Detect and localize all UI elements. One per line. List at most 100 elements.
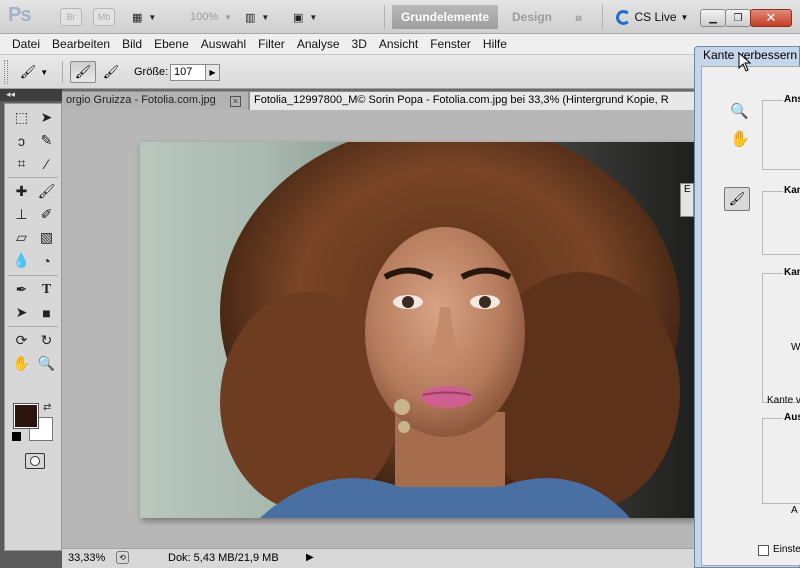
brush-tool-icon[interactable]: 🖌 (34, 180, 59, 203)
foreground-color-swatch[interactable] (13, 403, 39, 429)
menu-datei[interactable]: Datei (6, 37, 46, 51)
menu-3d[interactable]: 3D (346, 37, 373, 51)
divider (8, 177, 58, 178)
workspace-grundelemente-button[interactable]: Grundelemente (392, 5, 498, 29)
refine-radius-brush-icon: 🖌 (19, 64, 37, 79)
default-colors-icon[interactable] (12, 432, 21, 441)
zoom-level-value: 100% (189, 11, 219, 23)
swap-colors-icon[interactable]: ⇄ (43, 402, 51, 413)
more-workspaces-button[interactable]: » (566, 6, 588, 28)
crop-tool-icon[interactable]: ⌗ (9, 152, 34, 175)
group-title: Ausg (783, 412, 800, 423)
remember-settings-label: Einstel (773, 544, 800, 555)
blur-tool-icon[interactable]: 💧 (9, 249, 34, 272)
bridge-button[interactable]: Br (60, 8, 82, 26)
menu-filter[interactable]: Filter (252, 37, 291, 51)
menu-ebene[interactable]: Ebene (148, 37, 195, 51)
dodge-tool-icon[interactable]: ◔ (34, 249, 59, 272)
dialog-body: 🔍 ✋ 🖌 Ansi Kant Kant Ausg (701, 66, 800, 566)
group-title: Kant (783, 185, 800, 196)
size-slider-toggle[interactable]: ▶ (206, 64, 220, 81)
cs-live-dropdown[interactable]: CS Live ▼ (612, 6, 692, 28)
marquee-tool-icon[interactable]: ⬚ (9, 106, 34, 129)
menu-analyse[interactable]: Analyse (291, 37, 346, 51)
menu-fenster[interactable]: Fenster (424, 37, 477, 51)
arrange-documents-dropdown[interactable]: ▥ ▼ (245, 6, 289, 28)
move-tool-icon[interactable]: ➤ (34, 106, 59, 129)
adjust-edge-group: Kant (762, 267, 800, 403)
tool-group-vector: ✒ T ➤ ■ (9, 278, 59, 324)
close-tab-icon[interactable]: × (230, 96, 241, 107)
quick-selection-tool-icon[interactable]: ✎ (34, 129, 59, 152)
portrait-photo (220, 142, 680, 518)
erase-refinements-tool-button[interactable]: 🖌 (98, 61, 124, 83)
clone-stamp-tool-icon[interactable]: ⊥ (9, 203, 34, 226)
refine-radius-tool-button[interactable]: 🖌 (724, 187, 750, 211)
screen-mode-dropdown[interactable]: ▣ ▼ (293, 6, 337, 28)
chevron-down-icon: ▼ (309, 12, 318, 22)
canvas-workspace[interactable] (62, 110, 694, 548)
document-tab-2[interactable]: Fotolia_12997800_M© Sorin Popa - Fotolia… (250, 92, 694, 110)
3d-orbit-tool-icon[interactable]: ↻ (34, 329, 59, 352)
mini-bridge-button[interactable]: Mb (93, 8, 115, 26)
hand-icon[interactable]: ✋ (730, 129, 750, 149)
hand-tool-icon[interactable]: ✋ (9, 352, 34, 375)
menu-bild[interactable]: Bild (116, 37, 148, 51)
zoom-icon[interactable]: 🔍 (730, 102, 749, 120)
lasso-tool-icon[interactable]: ↄ (9, 129, 34, 152)
menu-auswahl[interactable]: Auswahl (195, 37, 252, 51)
status-menu-arrow-icon[interactable]: ▶ (306, 552, 314, 563)
close-button[interactable]: ✕ (750, 9, 792, 27)
menu-bar: Datei Bearbeiten Bild Ebene Auswahl Filt… (0, 34, 800, 55)
view-extras-dropdown[interactable]: ▦ ▼ (132, 6, 176, 28)
zoom-tool-icon[interactable]: 🔍 (34, 352, 59, 375)
restore-button[interactable]: ❐ (725, 9, 751, 27)
type-tool-icon[interactable]: T (34, 278, 59, 301)
zoom-level-dropdown[interactable]: 100% ▼ (184, 6, 238, 28)
status-info-icon[interactable]: ⟲ (116, 551, 129, 564)
size-input[interactable]: 107 (170, 64, 206, 81)
quick-mask-icon[interactable] (25, 453, 45, 469)
tools-panel: ◂◂ ⬚ ➤ ↄ ✎ ⌗ ⁄ ✚ 🖌 ⊥ ✐ ▱ ▧ 💧 ◔ ✒ T ➤ ■ ⟳… (0, 89, 62, 568)
chevron-down-icon: ▼ (148, 12, 157, 22)
3d-rotate-tool-icon[interactable]: ⟳ (9, 329, 34, 352)
zoom-field[interactable]: 33,33% (68, 552, 105, 564)
erase-refinements-icon: 🖌 (102, 64, 120, 79)
film-icon: ▦ (132, 11, 143, 24)
minimize-button[interactable]: ▁ (700, 9, 726, 27)
chevron-down-icon: ▼ (224, 12, 233, 22)
menu-bearbeiten[interactable]: Bearbeiten (46, 37, 116, 51)
refine-edge-dialog: Kante verbessern 🔍 ✋ 🖌 Ansi Kant Kant Au… (694, 46, 800, 568)
application-bar: Ps Br Mb ▦ ▼ 100% ▼ ▥ ▼ ▣ ▼ Grundelemente De… (0, 0, 800, 34)
tool-preset-picker[interactable]: 🖌 ▼ (14, 61, 54, 83)
options-bar-grip[interactable] (4, 60, 8, 84)
group-title: Ansi (783, 94, 800, 105)
document-image[interactable] (140, 142, 694, 518)
divider (384, 5, 385, 29)
document-tab-1[interactable]: orgio Gruizza - Fotolia.com.jpg × (62, 92, 248, 110)
tools-panel-body: ⬚ ➤ ↄ ✎ ⌗ ⁄ ✚ 🖌 ⊥ ✐ ▱ ▧ 💧 ◔ ✒ T ➤ ■ ⟳ ↻ (4, 103, 62, 551)
size-label: Größe: (134, 66, 169, 78)
divider (62, 61, 63, 83)
pen-tool-icon[interactable]: ✒ (9, 278, 34, 301)
status-bar: 33,33% ⟲ Dok: 5,43 MB/21,9 MB ▶ (62, 548, 694, 568)
view-mode-group: Ansi (762, 94, 800, 170)
tool-group-navigation: ⟳ ↻ ✋ 🔍 (9, 329, 59, 375)
rectangle-tool-icon[interactable]: ■ (34, 301, 59, 324)
remember-settings-checkbox[interactable] (758, 545, 769, 556)
close-icon: ✕ (765, 10, 777, 25)
cs-live-icon (615, 9, 631, 25)
refine-radius-tool-button[interactable]: 🖌 (70, 61, 96, 83)
tools-panel-collapse[interactable]: ◂◂ (0, 89, 62, 101)
eraser-tool-icon[interactable]: ▱ (9, 226, 34, 249)
gradient-tool-icon[interactable]: ▧ (34, 226, 59, 249)
path-selection-tool-icon[interactable]: ➤ (9, 301, 34, 324)
menu-ansicht[interactable]: Ansicht (373, 37, 424, 51)
divider (8, 275, 58, 276)
chevron-down-icon: ▼ (680, 12, 689, 22)
eyedropper-tool-icon[interactable]: ⁄ (34, 152, 59, 175)
history-brush-tool-icon[interactable]: ✐ (34, 203, 59, 226)
menu-hilfe[interactable]: Hilfe (477, 37, 513, 51)
workspace-design-button[interactable]: Design (504, 6, 560, 28)
healing-brush-tool-icon[interactable]: ✚ (9, 180, 34, 203)
